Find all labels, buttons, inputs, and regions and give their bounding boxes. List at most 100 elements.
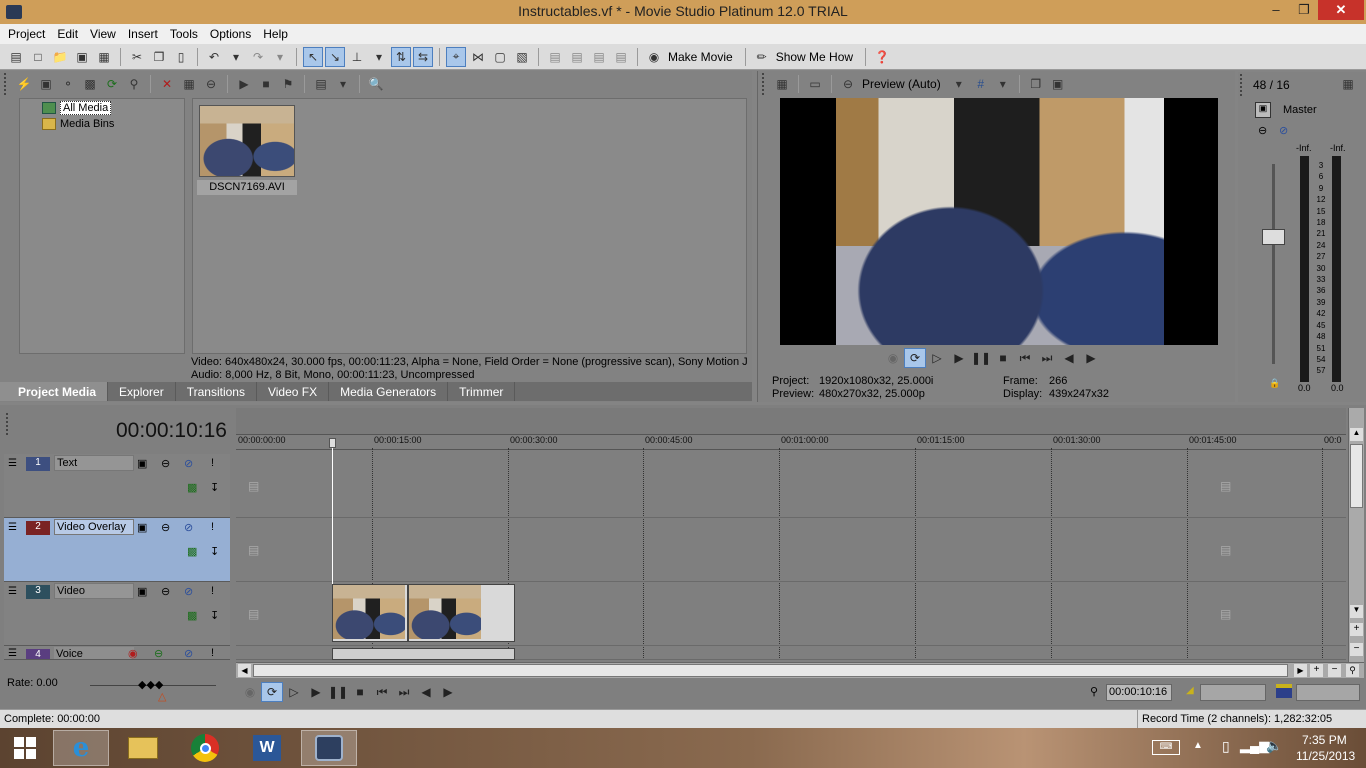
panel-grip[interactable]: [1240, 74, 1244, 96]
record-icon[interactable]: ◉: [882, 348, 904, 368]
mute-icon[interactable]: ⊘: [184, 457, 193, 470]
mixer-properties-icon[interactable]: ▦: [1338, 74, 1358, 94]
preview-properties-icon[interactable]: ▦: [772, 74, 792, 94]
overlays-grid-icon[interactable]: #: [971, 74, 991, 94]
scroll-down-icon[interactable]: ▼: [1350, 605, 1363, 618]
tab-explorer[interactable]: Explorer: [108, 382, 176, 401]
fader-lock-icon[interactable]: 🔒: [1269, 378, 1280, 389]
loop-playback-icon[interactable]: ⟳: [904, 348, 926, 368]
master-fx-icon[interactable]: ⊖: [1258, 124, 1267, 137]
video-clip[interactable]: [332, 584, 408, 642]
make-movie-icon[interactable]: ◉: [644, 47, 664, 67]
search-media-icon[interactable]: ⚲: [124, 74, 144, 94]
master-mute-icon[interactable]: ⊘: [1279, 124, 1288, 137]
track-motion-icon[interactable]: ▣: [137, 457, 147, 470]
refresh-icon[interactable]: ⟳: [102, 74, 122, 94]
network-signal-icon[interactable]: ▂▄▆: [1240, 738, 1269, 754]
taskbar-file-explorer[interactable]: [115, 730, 171, 766]
zoom-out-icon[interactable]: −: [1350, 643, 1363, 656]
panel-grip[interactable]: [762, 73, 766, 95]
clock-date[interactable]: 11/25/2013: [1296, 749, 1355, 763]
make-compositing-child-icon[interactable]: ↧: [210, 609, 219, 622]
envelope-tool-icon[interactable]: ↘: [325, 46, 345, 67]
track-fx-icon[interactable]: ⊖: [161, 457, 170, 470]
lock-envelopes-icon[interactable]: ⇆: [413, 46, 433, 67]
track-fx-icon[interactable]: ⊖: [161, 521, 170, 534]
menu-project[interactable]: Project: [2, 24, 51, 44]
mute-icon[interactable]: ⊘: [184, 647, 193, 659]
selection-length-field[interactable]: [1296, 684, 1360, 701]
trim-icon[interactable]: ▢: [490, 47, 510, 67]
loop-playback-icon[interactable]: ⟳: [261, 682, 283, 702]
track-name[interactable]: Text: [54, 455, 134, 471]
save-snapshot-icon[interactable]: ▣: [1048, 74, 1068, 94]
previous-frame-icon[interactable]: ◀: [415, 682, 437, 702]
master-fader-handle[interactable]: [1262, 229, 1285, 245]
zoom-out-icon[interactable]: −: [1328, 664, 1341, 677]
stop-preview-icon[interactable]: ■: [256, 74, 276, 94]
track-motion-icon[interactable]: ▣: [137, 585, 147, 598]
media-fx-icon[interactable]: ⊖: [201, 74, 221, 94]
go-to-end-icon[interactable]: ⏭: [1036, 348, 1058, 368]
zoom-tool-icon[interactable]: ⚲: [1346, 664, 1359, 677]
cursor-time-field[interactable]: 00:00:10:16: [1106, 684, 1172, 701]
tree-item-media-bins[interactable]: Media Bins: [42, 116, 114, 131]
scroll-right-icon[interactable]: ▶: [1294, 664, 1307, 677]
auto-preview-icon[interactable]: ⚑: [278, 74, 298, 94]
menu-options[interactable]: Options: [204, 24, 257, 44]
vertical-scrollbar[interactable]: ▲ ▼ + −: [1348, 408, 1364, 662]
horizontal-scrollbar[interactable]: ◀ ▶ + − ⚲: [236, 662, 1364, 678]
split-icon[interactable]: ⋈: [468, 47, 488, 67]
stop-icon[interactable]: ■: [349, 682, 371, 702]
media-file-name[interactable]: DSCN7169.AVI: [197, 180, 297, 195]
start-button[interactable]: [0, 730, 50, 766]
track-header-voice[interactable]: ☰ 4 Voice ◉ ⊖ ⊘ !: [4, 646, 230, 660]
menu-help[interactable]: Help: [257, 24, 294, 44]
track-header-video[interactable]: ☰ 3 Video ▣ ⊖ ⊘ ! ▩ ↧: [4, 582, 230, 646]
record-icon[interactable]: ◉: [239, 682, 261, 702]
play-icon[interactable]: ▶: [305, 682, 327, 702]
stop-icon[interactable]: ■: [992, 348, 1014, 368]
track-menu-icon[interactable]: ☰: [8, 458, 17, 469]
play-preview-icon[interactable]: ▶: [234, 74, 254, 94]
search-icon[interactable]: 🔍: [366, 74, 386, 94]
properties-icon[interactable]: ▦: [94, 47, 114, 67]
redo-icon[interactable]: ↷: [248, 47, 268, 67]
solo-icon[interactable]: !: [211, 457, 214, 469]
save-icon[interactable]: ▣: [72, 47, 92, 67]
show-me-how-icon[interactable]: ✏: [752, 47, 772, 67]
track-header-text[interactable]: ☰ 1 Text ▣ ⊖ ⊘ ! ▩ ↧: [4, 454, 230, 518]
track-name[interactable]: Voice: [54, 647, 134, 659]
preview-quality-dropdown-icon[interactable]: ▾: [949, 74, 969, 94]
taskbar-internet-explorer[interactable]: e: [53, 730, 109, 766]
rate-reset-icon[interactable]: △: [158, 690, 166, 703]
track-lane-video-overlay[interactable]: [236, 518, 1346, 582]
video-clip[interactable]: [408, 584, 515, 642]
tab-trimmer[interactable]: Trimmer: [448, 382, 516, 401]
make-compositing-child-icon[interactable]: ↧: [210, 545, 219, 558]
scroll-thumb[interactable]: [253, 664, 1288, 677]
scroll-thumb[interactable]: [1350, 444, 1363, 508]
zoom-selection-icon[interactable]: ▧: [512, 47, 532, 67]
undo-dropdown-icon[interactable]: ▾: [226, 47, 246, 67]
pause-icon[interactable]: ❚❚: [970, 348, 992, 368]
region-icon[interactable]: ▤: [567, 47, 587, 67]
views-icon[interactable]: ▤: [311, 74, 331, 94]
loop-region-icon[interactable]: ▤: [589, 47, 609, 67]
zoom-in-icon[interactable]: +: [1310, 664, 1323, 677]
snapping-icon[interactable]: ⊥: [347, 47, 367, 67]
copy-snapshot-icon[interactable]: ❐: [1026, 74, 1046, 94]
play-icon[interactable]: ▶: [948, 348, 970, 368]
views-dropdown-icon[interactable]: ▾: [333, 74, 353, 94]
preview-quality-icon[interactable]: ⊖: [838, 74, 858, 94]
track-menu-icon[interactable]: ☰: [8, 586, 17, 597]
taskbar-chrome[interactable]: [177, 730, 233, 766]
scroll-left-icon[interactable]: ◀: [238, 664, 251, 677]
menu-edit[interactable]: Edit: [51, 24, 84, 44]
open-folder-icon[interactable]: 📁: [50, 47, 70, 67]
minimize-button[interactable]: –: [1262, 0, 1290, 20]
paste-icon[interactable]: ▯: [171, 47, 191, 67]
track-motion-icon[interactable]: ▣: [137, 521, 147, 534]
play-from-start-icon[interactable]: ▷: [283, 682, 305, 702]
media-properties-icon[interactable]: ▦: [179, 74, 199, 94]
